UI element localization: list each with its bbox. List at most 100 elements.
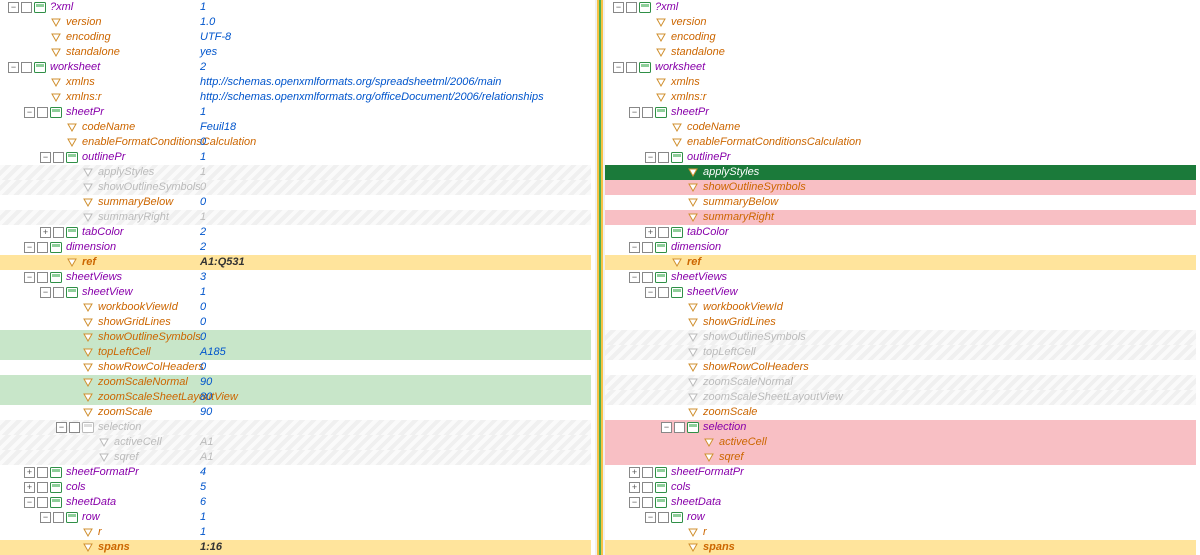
tree-row[interactable]: −sheetViews3 xyxy=(605,270,1196,285)
tree-row[interactable]: standaloneyes xyxy=(605,45,1196,60)
tree-row[interactable]: −dimension2 xyxy=(0,240,591,255)
collapse-toggle[interactable]: − xyxy=(645,512,656,523)
tree-row[interactable]: spans1:16 xyxy=(0,540,591,555)
expand-toggle[interactable]: + xyxy=(24,467,35,478)
tree-row[interactable]: −worksheet2 xyxy=(0,60,591,75)
tree-row[interactable]: refA1:Q454 xyxy=(605,255,1196,270)
collapse-toggle[interactable]: − xyxy=(40,152,51,163)
tree-row[interactable]: −row1 xyxy=(0,510,591,525)
collapse-toggle[interactable]: − xyxy=(661,422,672,433)
tree-row[interactable]: zoomScaleNormal90 xyxy=(0,375,591,390)
tree-row[interactable]: xmlnshttp://schemas.openxmlformats.org/s… xyxy=(0,75,591,90)
collapse-toggle[interactable]: − xyxy=(645,287,656,298)
tree-row[interactable]: encodingUTF-8 xyxy=(605,30,1196,45)
tree-row[interactable]: showOutlineSymbols0 xyxy=(0,330,591,345)
tree-row[interactable]: zoomScaleNormal90 xyxy=(605,375,1196,390)
tree-row[interactable]: −?xml1 xyxy=(605,0,1196,15)
tree-row[interactable]: showOutlineSymbols0 xyxy=(0,180,591,195)
tree-row[interactable]: applyStyles1 xyxy=(605,165,1196,180)
tree-row[interactable]: codeNameFeuil18 xyxy=(0,120,591,135)
tree-row[interactable]: activeCellA1 xyxy=(605,435,1196,450)
tree-row[interactable]: zoomScale90 xyxy=(605,405,1196,420)
tree-row[interactable]: −?xml1 xyxy=(0,0,591,15)
tree-row[interactable]: −sheetView1 xyxy=(0,285,591,300)
tree-row[interactable]: workbookViewId0 xyxy=(605,300,1196,315)
tree-row[interactable]: zoomScaleSheetLayoutView80 xyxy=(605,390,1196,405)
tree-row[interactable]: workbookViewId0 xyxy=(0,300,591,315)
tree-row[interactable]: −sheetPr1 xyxy=(0,105,591,120)
collapse-toggle[interactable]: − xyxy=(24,107,35,118)
tree-row[interactable]: sqrefA1 xyxy=(605,450,1196,465)
collapse-toggle[interactable]: − xyxy=(613,62,624,73)
collapse-toggle[interactable]: − xyxy=(645,152,656,163)
tree-row[interactable]: +cols5 xyxy=(0,480,591,495)
collapse-toggle[interactable]: − xyxy=(40,512,51,523)
expand-toggle[interactable]: + xyxy=(645,227,656,238)
tree-row[interactable]: xmlns:rhttp://schemas.openxmlformats.org… xyxy=(0,90,591,105)
tree-row[interactable]: +cols5 xyxy=(605,480,1196,495)
tree-row[interactable]: showGridLines0 xyxy=(605,315,1196,330)
tree-row[interactable]: r1 xyxy=(0,525,591,540)
tree-row[interactable]: −outlinePr1 xyxy=(0,150,591,165)
tree-row[interactable]: xmlnshttp://schemas.openxmlformats.org/s… xyxy=(605,75,1196,90)
tree-row[interactable]: +tabColor2 xyxy=(0,225,591,240)
right-pane[interactable]: −?xml1version1.0encodingUTF-8standaloney… xyxy=(605,0,1200,555)
tree-row[interactable]: −sheetData6 xyxy=(605,495,1196,510)
tree-row[interactable]: zoomScale90 xyxy=(0,405,591,420)
tree-row[interactable]: codeNameFeuil18 xyxy=(605,120,1196,135)
tree-row[interactable]: +sheetFormatPr4 xyxy=(605,465,1196,480)
tree-row[interactable]: −sheetData6 xyxy=(0,495,591,510)
collapse-toggle[interactable]: − xyxy=(24,272,35,283)
tree-row[interactable]: spans1:17 xyxy=(605,540,1196,555)
tree-row[interactable]: r1 xyxy=(605,525,1196,540)
collapse-toggle[interactable]: − xyxy=(629,242,640,253)
collapse-toggle[interactable]: − xyxy=(613,2,624,13)
tree-row[interactable]: topLeftCellA185 xyxy=(605,345,1196,360)
collapse-toggle[interactable]: − xyxy=(629,107,640,118)
tree-row[interactable]: −sheetViews3 xyxy=(0,270,591,285)
tree-row[interactable]: −sheetPr1 xyxy=(605,105,1196,120)
tree-row[interactable]: +tabColor2 xyxy=(605,225,1196,240)
collapse-toggle[interactable]: − xyxy=(40,287,51,298)
tree-row[interactable]: showOutlineSymbols0 xyxy=(605,180,1196,195)
tree-row[interactable]: zoomScaleSheetLayoutView80 xyxy=(0,390,591,405)
tree-row[interactable]: +sheetFormatPr4 xyxy=(0,465,591,480)
expand-toggle[interactable]: + xyxy=(629,467,640,478)
tree-row[interactable]: refA1:Q531 xyxy=(0,255,591,270)
tree-row[interactable]: enableFormatConditionsCalculation0 xyxy=(605,135,1196,150)
tree-row[interactable]: xmlns:rhttp://schemas.openxmlformats.org… xyxy=(605,90,1196,105)
tree-row[interactable]: summaryRight1 xyxy=(605,210,1196,225)
left-pane[interactable]: −?xml1version1.0encodingUTF-8standaloney… xyxy=(0,0,595,555)
tree-row[interactable]: applyStyles1 xyxy=(0,165,591,180)
tree-row[interactable]: showRowColHeaders0 xyxy=(0,360,591,375)
tree-row[interactable]: −worksheet2 xyxy=(605,60,1196,75)
tree-row[interactable]: −selection1 xyxy=(605,420,1196,435)
tree-row[interactable]: activeCellA1 xyxy=(0,435,591,450)
tree-row[interactable]: showGridLines0 xyxy=(0,315,591,330)
tree-row[interactable]: −dimension2 xyxy=(605,240,1196,255)
expand-toggle[interactable]: + xyxy=(40,227,51,238)
tree-row[interactable]: sqrefA1 xyxy=(0,450,591,465)
collapse-toggle[interactable]: − xyxy=(629,497,640,508)
tree-row[interactable]: summaryBelow0 xyxy=(605,195,1196,210)
tree-row[interactable]: topLeftCellA185 xyxy=(0,345,591,360)
tree-row[interactable]: version1.0 xyxy=(605,15,1196,30)
expand-toggle[interactable]: + xyxy=(629,482,640,493)
tree-row[interactable]: standaloneyes xyxy=(0,45,591,60)
tree-row[interactable]: summaryBelow0 xyxy=(0,195,591,210)
expand-toggle[interactable]: + xyxy=(24,482,35,493)
tree-row[interactable]: −sheetView1 xyxy=(605,285,1196,300)
collapse-toggle[interactable]: − xyxy=(8,2,19,13)
tree-row[interactable]: encodingUTF-8 xyxy=(0,30,591,45)
tree-row[interactable]: summaryRight1 xyxy=(0,210,591,225)
collapse-toggle[interactable]: − xyxy=(629,272,640,283)
collapse-toggle[interactable]: − xyxy=(8,62,19,73)
tree-row[interactable]: enableFormatConditionsCalculation0 xyxy=(0,135,591,150)
tree-row[interactable]: −outlinePr1 xyxy=(605,150,1196,165)
collapse-toggle[interactable]: − xyxy=(24,497,35,508)
tree-row[interactable]: showRowColHeaders0 xyxy=(605,360,1196,375)
collapse-toggle[interactable]: − xyxy=(24,242,35,253)
tree-row[interactable]: −row1 xyxy=(605,510,1196,525)
collapse-toggle[interactable]: − xyxy=(56,422,67,433)
tree-row[interactable]: version1.0 xyxy=(0,15,591,30)
